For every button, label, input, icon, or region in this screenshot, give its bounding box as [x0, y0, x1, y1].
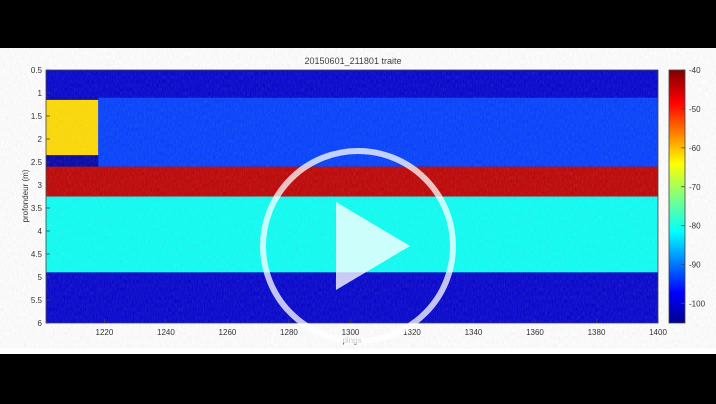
- x-tick-label: 1340: [465, 328, 483, 337]
- x-tick-label: 1260: [219, 328, 237, 337]
- y-tick-label: 3.5: [31, 204, 43, 213]
- colorbar-tick-label: -70: [689, 183, 701, 192]
- play-icon: [336, 202, 410, 290]
- x-tick-label: 1280: [280, 328, 298, 337]
- x-tick-label: 1380: [588, 328, 606, 337]
- y-tick-label: 0.5: [31, 66, 43, 75]
- y-tick-label: 6: [38, 319, 43, 328]
- x-tick-label: 1360: [526, 328, 544, 337]
- x-tick-label: 1400: [649, 328, 667, 337]
- y-tick-label: 1: [38, 89, 43, 98]
- colorbar-tick-label: -60: [689, 144, 701, 153]
- colorbar-tick-label: -100: [689, 300, 706, 309]
- y-tick-label: 2.5: [31, 158, 43, 167]
- y-tick-label: 2: [38, 135, 43, 144]
- video-frame: 20150601_211801 traite 1220 1240 1260 1280 1…: [0, 48, 716, 354]
- colorbar-tick-label: -40: [689, 66, 701, 75]
- colorbar-tick-label: -80: [689, 222, 701, 231]
- play-button[interactable]: [260, 148, 456, 344]
- y-tick-label: 1.5: [31, 112, 43, 121]
- colorbar: -40 -50 -60 -70 -80 -90 -100: [668, 66, 706, 324]
- colorbar-tick-label: -90: [689, 261, 701, 270]
- colorbar-tick-label: -50: [689, 105, 701, 114]
- x-tick-label: 1240: [157, 328, 175, 337]
- y-tick-label: 4.5: [31, 250, 43, 259]
- y-tick-label: 5.5: [31, 296, 43, 305]
- chart-title: 20150601_211801 traite: [305, 56, 402, 66]
- y-tick-label: 3: [38, 181, 43, 190]
- y-axis-label: profondeur (m): [21, 169, 30, 222]
- x-tick-label: 1220: [96, 328, 114, 337]
- y-tick-label: 4: [38, 227, 43, 236]
- y-tick-label: 5: [38, 273, 43, 282]
